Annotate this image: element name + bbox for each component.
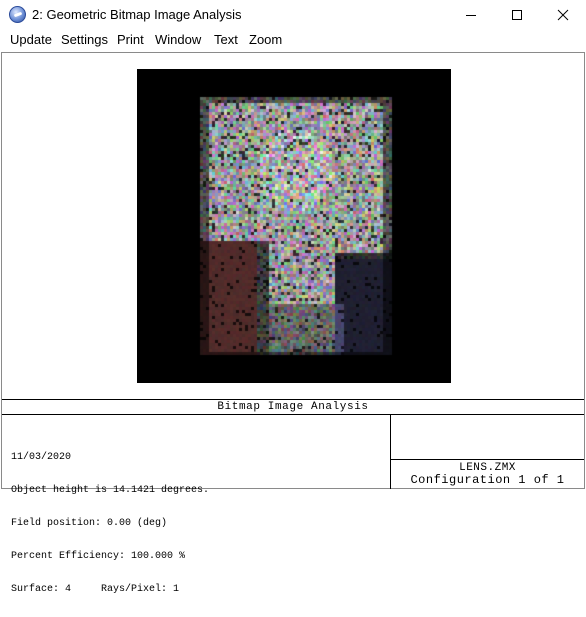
close-icon	[557, 9, 569, 21]
analysis-info: 11/03/2020 Object height is 14.1421 degr…	[11, 430, 209, 617]
analysis-window-content: Bitmap Image Analysis 11/03/2020 Object …	[1, 52, 585, 595]
title-bar[interactable]: 2: Geometric Bitmap Image Analysis	[0, 0, 586, 30]
close-button[interactable]	[540, 0, 586, 30]
plot-separator-bottom	[2, 414, 584, 415]
plot-separator-top	[2, 399, 584, 400]
menu-window[interactable]: Window	[154, 32, 202, 47]
info-field-position: Field position: 0.00 (deg)	[11, 518, 168, 529]
configuration-label: Configuration 1 of 1	[410, 473, 565, 487]
plot-title: Bitmap Image Analysis	[217, 401, 369, 413]
zemax-app-icon[interactable]	[9, 6, 26, 23]
minimize-icon	[466, 15, 476, 16]
info-percent-efficiency: Percent Efficiency: 100.000 %	[11, 551, 186, 562]
info-date: 11/03/2020	[11, 452, 72, 463]
menu-print[interactable]: Print	[116, 32, 145, 47]
info-surface-rays: Surface: 4 Rays/Pixel: 1	[11, 584, 180, 595]
window-title: 2: Geometric Bitmap Image Analysis	[32, 7, 242, 22]
menu-settings[interactable]: Settings	[60, 32, 109, 47]
menu-update[interactable]: Update	[9, 32, 53, 47]
maximize-button[interactable]	[494, 0, 540, 30]
maximize-icon	[512, 10, 522, 20]
titleblock-row-divider	[390, 459, 584, 460]
info-object-height: Object height is 14.1421 degrees.	[11, 485, 210, 496]
bitmap-image	[137, 69, 451, 383]
menu-text[interactable]: Text	[213, 32, 239, 47]
menu-zoom[interactable]: Zoom	[248, 32, 283, 47]
menu-bar: Update Settings Print Window Text Zoom	[0, 30, 586, 51]
bitmap-image-plot	[137, 69, 451, 383]
minimize-button[interactable]	[448, 0, 494, 30]
